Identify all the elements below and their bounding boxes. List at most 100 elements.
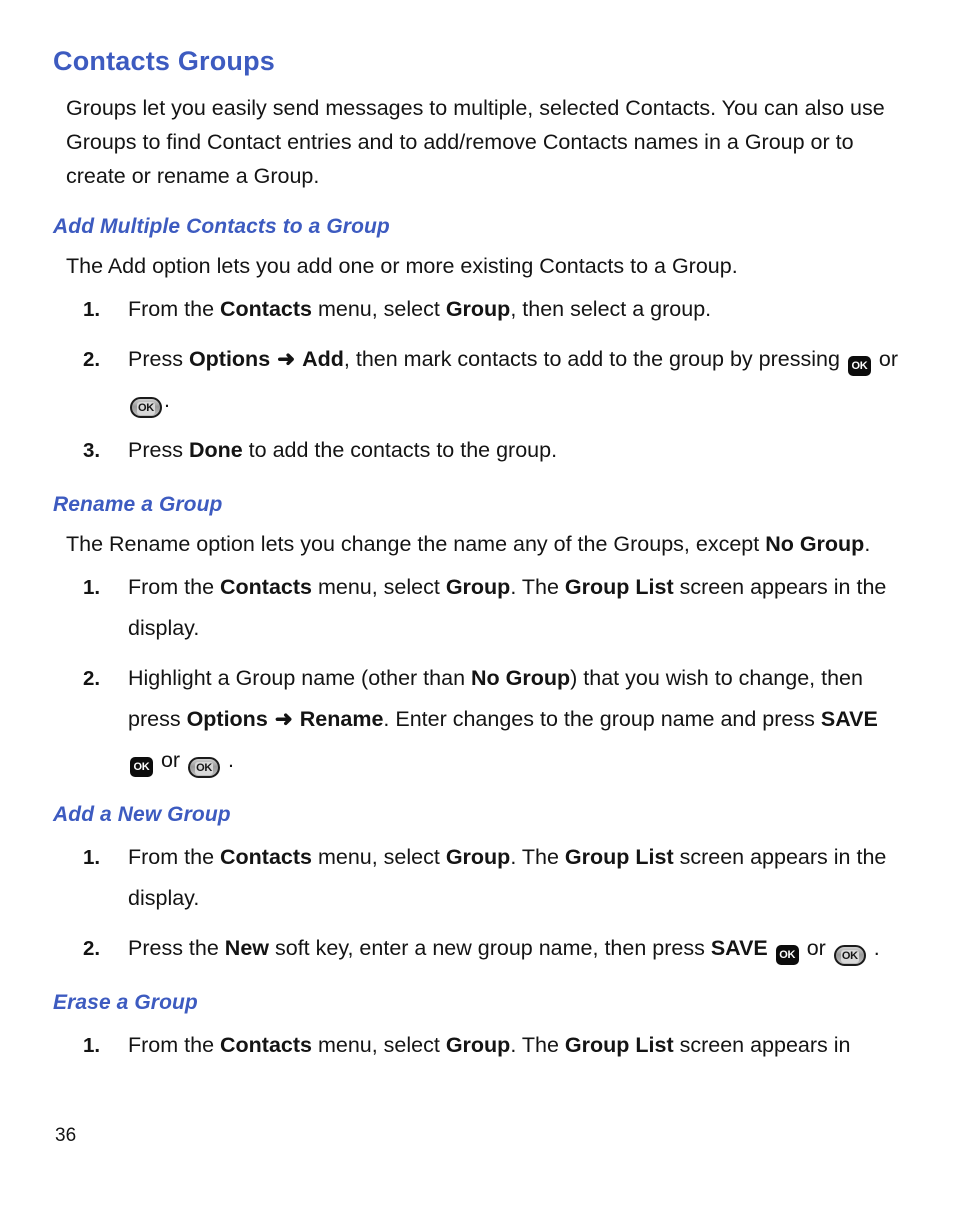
subsections-container: Add Multiple Contacts to a Group The Add … [53, 215, 903, 1066]
body-text-run: , then mark contacts to add to the group… [343, 347, 846, 371]
subsection-intro-paragraph: The Add option lets you add one or more … [66, 254, 738, 278]
emphasis-text: Add [302, 347, 344, 371]
subsection-title: Add a New Group [53, 803, 231, 826]
step-number: 1. [83, 1034, 101, 1057]
body-text-run: or [800, 936, 832, 960]
body-text-run: Press the [128, 936, 225, 960]
step-item: 2. Press Options ➜ Add, then mark contact… [53, 339, 903, 421]
body-text-run: From the [128, 297, 220, 321]
body-text-run: The Rename option lets you change the na… [66, 532, 766, 556]
emphasis-text: Contacts [220, 575, 312, 599]
body-text-run: to add the contacts to the group. [242, 438, 558, 462]
body-text-run: Highlight a Group name (other than [128, 666, 472, 690]
ok-navigation-key-icon: OK [130, 397, 162, 418]
step-item: 2. Press the New soft key, enter a new gr… [53, 928, 903, 969]
page-number: 36 [55, 1125, 77, 1146]
body-text-run: screen appears in [673, 1033, 851, 1057]
step-number: 2. [83, 937, 101, 960]
step-item: 1. From the Contacts menu, select Group, … [53, 289, 903, 330]
step-item: 1. From the Contacts menu, select Group. … [53, 567, 903, 649]
emphasis-text: Group List [564, 575, 674, 599]
ok-navigation-key-icon: OK [833, 945, 866, 966]
body-text-run: . The [510, 845, 565, 869]
body-text-run: Press [128, 438, 189, 462]
emphasis-text: Contacts [220, 845, 312, 869]
step-item: 2. Highlight a Group name (other than No … [53, 658, 903, 781]
emphasis-text: Done [188, 438, 243, 462]
body-text-run: . The [510, 1033, 565, 1057]
subsection-title: Rename a Group [53, 493, 223, 516]
subsection: Add Multiple Contacts to a Group The Add … [53, 215, 903, 471]
step-item: 1. From the Contacts menu, select Group. … [53, 837, 903, 919]
subsection: Erase a Group 1. From the Contacts menu, s… [53, 991, 903, 1066]
ok-softkey-icon: OK [130, 757, 153, 777]
step-number: 2. [83, 348, 101, 371]
section-intro-paragraph: Groups let you easily send messages to m… [66, 96, 885, 188]
ok-navigation-key-label: OK [137, 402, 155, 415]
step-item: 3. Press Done to add the contacts to the … [53, 430, 903, 471]
emphasis-text: No Group [471, 666, 571, 690]
emphasis-text: Group List [564, 1033, 674, 1057]
emphasis-text: SAVE [710, 936, 768, 960]
body-text-run: . [864, 532, 871, 556]
subsection-intro-paragraph: The Rename option lets you change the na… [53, 527, 903, 561]
body-text-run: . [222, 748, 235, 772]
ok-navigation-key-label: OK [195, 762, 214, 775]
body-text-run: From the [128, 575, 220, 599]
document-page: Contacts Groups Groups let you easily se… [0, 0, 954, 1209]
body-text-run: menu, select [311, 1033, 446, 1057]
body-text-run: menu, select [311, 297, 446, 321]
step-list: 1. From the Contacts menu, select Group. … [53, 837, 903, 969]
subsection: Rename a Group The Rename option lets you… [53, 493, 903, 781]
body-text-run: , then select a group. [510, 297, 712, 321]
emphasis-text: Group [445, 297, 511, 321]
step-text: Press the New soft key, enter a new grou… [128, 936, 880, 966]
emphasis-text: Options [186, 707, 268, 731]
body-text-run: . [164, 388, 170, 412]
emphasis-text: Rename [299, 707, 384, 731]
step-number: 1. [83, 576, 101, 599]
body-text-run [768, 936, 774, 960]
ok-navigation-key-icon: OK [188, 757, 221, 778]
body-text-run: From the [128, 1033, 220, 1057]
body-text-run: menu, select [311, 845, 446, 869]
page-title: Contacts Groups [53, 46, 276, 76]
ok-softkey-icon: OK [775, 945, 799, 965]
subsection-title: Add Multiple Contacts to a Group [53, 215, 390, 238]
right-arrow-icon: ➜ [271, 347, 302, 371]
ok-navigation-key-label: OK [840, 950, 859, 963]
subsection-title: Erase a Group [53, 991, 198, 1014]
step-number: 1. [83, 846, 101, 869]
step-text: Highlight a Group name (other than No Gr… [128, 666, 878, 778]
body-text-run: or [872, 347, 898, 371]
emphasis-text: Group [445, 845, 511, 869]
ok-softkey-icon: OK [847, 356, 871, 376]
body-text-run: menu, select [311, 575, 446, 599]
step-number: 3. [83, 439, 101, 462]
step-text: Press Options ➜ Add, then mark contacts … [128, 347, 898, 418]
emphasis-text: SAVE [820, 707, 878, 731]
emphasis-text: Contacts [220, 297, 312, 321]
emphasis-text: New [224, 936, 270, 960]
body-text-run: From the [128, 845, 220, 869]
step-list: 1. From the Contacts menu, select Group, … [53, 289, 903, 471]
emphasis-text: Options [188, 347, 271, 371]
right-arrow-icon: ➜ [268, 707, 299, 731]
body-text-run: soft key, enter a new group name, then p… [269, 936, 711, 960]
step-text: From the Contacts menu, select Group, th… [128, 297, 711, 321]
body-text-run: . [867, 936, 880, 960]
step-text: Press Done to add the contacts to the gr… [128, 438, 557, 462]
page-content: Contacts Groups Groups let you easily se… [53, 46, 903, 1075]
emphasis-text: Group List [564, 845, 674, 869]
step-text: From the Contacts menu, select Group. Th… [128, 575, 886, 640]
subsection: Add a New Group 1. From the Contacts menu,… [53, 803, 903, 969]
emphasis-text: Group [445, 575, 511, 599]
step-list: 1. From the Contacts menu, select Group. … [53, 567, 903, 781]
emphasis-text: Contacts [220, 1033, 312, 1057]
step-text: From the Contacts menu, select Group. Th… [128, 1033, 851, 1057]
body-text-run: Press [128, 347, 189, 371]
step-item: 1. From the Contacts menu, select Group. … [53, 1025, 903, 1066]
step-list: 1. From the Contacts menu, select Group. … [53, 1025, 903, 1066]
emphasis-text: No Group [765, 532, 865, 556]
body-text-run: . Enter changes to the group name and pr… [383, 707, 821, 731]
